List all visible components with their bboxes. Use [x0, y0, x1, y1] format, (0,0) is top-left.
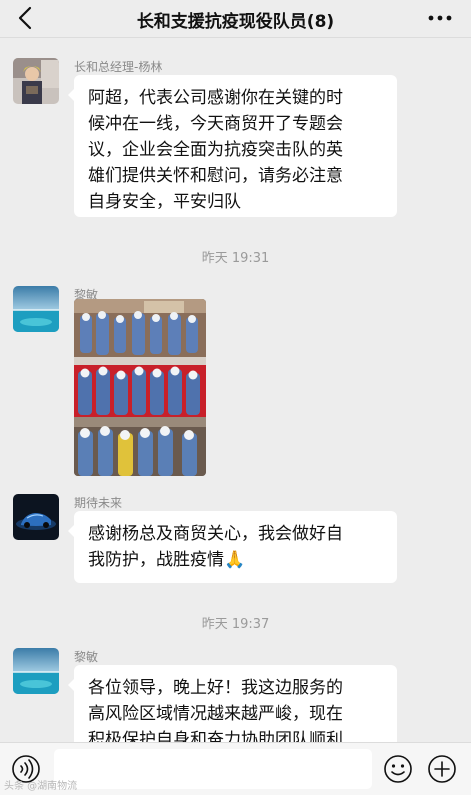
message-line: 我防护，战胜疫情🙏	[88, 547, 383, 573]
shared-photo[interactable]	[74, 299, 206, 476]
input-bar: 头条 @湖南物流	[0, 742, 471, 795]
sender-name: 长和总经理-杨林	[74, 60, 163, 74]
watermark: 头条 @湖南物流	[4, 781, 78, 792]
message-line: 高风险区域情况越来越严峻，现在	[88, 704, 343, 724]
avatar[interactable]	[13, 648, 59, 694]
message-line: 议，企业会全面为抗疫突击队的英	[88, 140, 343, 160]
timestamp: 昨天 19:37	[201, 617, 270, 632]
sender-name: 黎敏	[74, 650, 99, 664]
avatar[interactable]	[13, 494, 59, 540]
sender-name: 期待未来	[74, 496, 123, 510]
avatar[interactable]	[13, 58, 59, 104]
message-line: 感谢杨总及商贸关心，我会做好自	[88, 524, 343, 544]
message-line: 自身安全，平安归队	[88, 192, 241, 212]
avatar[interactable]	[13, 286, 59, 332]
pray-emoji: 🙏	[224, 550, 246, 570]
message-line: 阿超，代表公司感谢你在关键的时	[88, 88, 343, 108]
message-bubble[interactable]: 阿超，代表公司感谢你在关键的时 候冲在一线，今天商贸开了专题会 议，企业会全面为…	[68, 75, 397, 217]
timestamp: 昨天 19:31	[201, 251, 270, 266]
chevron-left-icon[interactable]	[12, 4, 40, 32]
message-input[interactable]	[54, 749, 372, 789]
message-line-text: 我防护，战胜疫情	[88, 550, 224, 570]
smiley-icon[interactable]	[383, 754, 413, 784]
plus-icon[interactable]	[427, 754, 457, 784]
chat-title: 长和支援抗疫现役队员(8)	[136, 12, 335, 32]
message-line: 雄们提供关怀和慰问，请务必注意	[88, 166, 343, 186]
message-line: 候冲在一线，今天商贸开了专题会	[88, 114, 343, 134]
message-bubble[interactable]: 感谢杨总及商贸关心，我会做好自 我防护，战胜疫情🙏	[68, 511, 397, 583]
ellipsis-icon[interactable]	[425, 6, 455, 30]
chat-header: 长和支援抗疫现役队员(8)	[0, 0, 471, 38]
message-line: 各位领导，晚上好！我这边服务的	[88, 678, 343, 698]
